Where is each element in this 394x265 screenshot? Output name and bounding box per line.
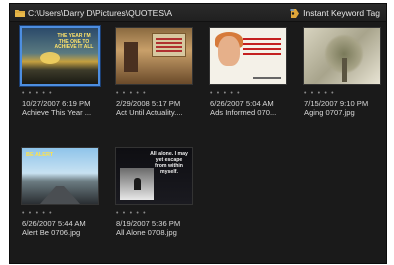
thumbnail-caption: BE ALERT: [26, 152, 54, 158]
thumbnail-tile[interactable]: THE YEAR I'M THE ONE TO ACHIEVE IT ALL •…: [16, 23, 104, 137]
thumbnail-filename: Act Until Actuality....: [116, 108, 183, 117]
folder-path[interactable]: C:\Users\Darry D\Pictures\QUOTES\A: [28, 8, 172, 18]
thumbnail-tile[interactable]: • • • • • 7/15/2007 9:10 PM Aging 0707.j…: [298, 23, 386, 137]
thumbnail-filename: Achieve This Year ...: [22, 108, 92, 117]
thumbnail-caption: THE YEAR I'M THE ONE TO ACHIEVE IT ALL: [54, 33, 94, 50]
thumbnail-filename: All Alone 0708.jpg: [116, 228, 177, 237]
path-bar: C:\Users\Darry D\Pictures\QUOTES\A Insta…: [10, 4, 386, 22]
thumbnail-image[interactable]: BE ALERT: [21, 147, 99, 205]
folder-icon[interactable]: [15, 9, 25, 17]
instant-keyword-tag-button[interactable]: Instant Keyword Tag: [289, 4, 380, 22]
window-frame: C:\Users\Darry D\Pictures\QUOTES\A Insta…: [0, 0, 394, 265]
keyword-tag-icon: [289, 8, 300, 19]
thumbnail-filename: Alert Be 0706.jpg: [22, 228, 81, 237]
rating-stars[interactable]: • • • • •: [116, 90, 147, 97]
thumbnail-tile[interactable]: • • • • • 6/26/2007 5:04 AM Ads Informed…: [204, 23, 292, 137]
image-browser-panel: C:\Users\Darry D\Pictures\QUOTES\A Insta…: [9, 3, 387, 264]
thumbnail-tile[interactable]: BE ALERT • • • • • 6/26/2007 5:44 AM Ale…: [16, 143, 104, 257]
thumbnail-date: 6/26/2007 5:04 AM: [210, 99, 274, 108]
thumbnail-image[interactable]: THE YEAR I'M THE ONE TO ACHIEVE IT ALL: [20, 26, 100, 86]
thumbnail-caption: All alone. I may yet escape from within …: [150, 151, 188, 175]
instant-keyword-tag-label: Instant Keyword Tag: [303, 8, 380, 18]
thumbnail-date: 6/26/2007 5:44 AM: [22, 219, 86, 228]
thumbnail-date: 7/15/2007 9:10 PM: [304, 99, 369, 108]
thumbnail-image[interactable]: All alone. I may yet escape from within …: [115, 147, 193, 205]
thumbnail-date: 2/29/2008 5:17 PM: [116, 99, 181, 108]
thumbnail-date: 8/19/2007 5:36 PM: [116, 219, 181, 228]
thumbnail-grid: THE YEAR I'M THE ONE TO ACHIEVE IT ALL •…: [10, 23, 386, 263]
rating-stars[interactable]: • • • • •: [22, 90, 53, 97]
thumbnail-tile[interactable]: • • • • • 2/29/2008 5:17 PM Act Until Ac…: [110, 23, 198, 137]
rating-stars[interactable]: • • • • •: [22, 210, 53, 217]
thumbnail-image[interactable]: [115, 27, 193, 85]
thumbnail-filename: Aging 0707.jpg: [304, 108, 355, 117]
thumbnail-image[interactable]: [303, 27, 381, 85]
thumbnail-image[interactable]: [209, 27, 287, 85]
thumbnail-filename: Ads Informed 070...: [210, 108, 277, 117]
thumbnail-tile[interactable]: All alone. I may yet escape from within …: [110, 143, 198, 257]
thumbnail-date: 10/27/2007 6:19 PM: [22, 99, 91, 108]
rating-stars[interactable]: • • • • •: [304, 90, 335, 97]
rating-stars[interactable]: • • • • •: [116, 210, 147, 217]
rating-stars[interactable]: • • • • •: [210, 90, 241, 97]
